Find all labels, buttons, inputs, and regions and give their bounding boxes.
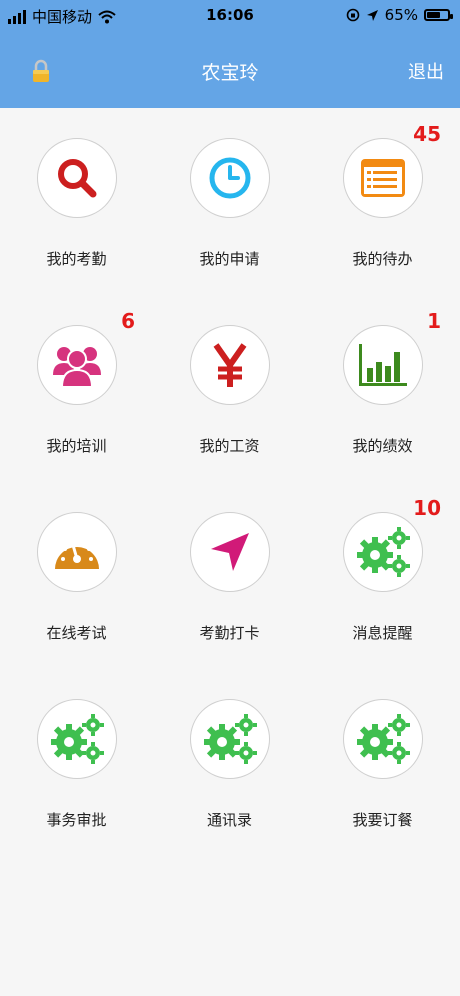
menu-item-training[interactable]: 6 我的培训 — [0, 295, 153, 482]
gears-icon — [357, 527, 410, 577]
people-icon — [53, 347, 101, 388]
top-header: 中国移动 16:06 65% 农宝玲 退出 — [0, 0, 460, 108]
menu-item-icon-circle — [37, 325, 117, 405]
menu-item-icon-circle — [37, 138, 117, 218]
training-badge: 6 — [121, 309, 135, 333]
battery-icon — [424, 9, 453, 21]
menu-item-salary[interactable]: 我的工资 — [153, 295, 306, 482]
bar-chart-icon — [359, 344, 407, 386]
menu-item-icon-circle — [37, 699, 117, 779]
menu-item-attendance[interactable]: 我的考勤 — [0, 108, 153, 295]
menu-item-icon-circle — [343, 325, 423, 405]
menu-item-label: 我的考勤 — [46, 250, 107, 268]
menu-item-icon-circle — [190, 138, 270, 218]
todo-badge: 45 — [413, 122, 441, 146]
menu-item-icon-circle — [343, 512, 423, 592]
yen-icon — [213, 343, 247, 387]
menu-item-label: 我要订餐 — [352, 811, 413, 829]
list-icon — [361, 159, 405, 197]
gauge-icon — [55, 540, 99, 569]
orientation-lock-icon — [346, 8, 359, 22]
menu-item-label: 我的工资 — [199, 437, 260, 455]
menu-item-online-exam[interactable]: 在线考试 — [0, 482, 153, 669]
menu-item-label: 我的绩效 — [352, 437, 413, 455]
menu-item-label: 在线考试 — [46, 624, 107, 642]
menu-item-label: 我的待办 — [352, 250, 413, 268]
menu-item-approvals[interactable]: 事务审批 — [0, 669, 153, 856]
gears-icon — [357, 714, 410, 764]
location-icon — [366, 9, 378, 21]
clock-icon — [209, 157, 251, 199]
menu-item-icon-circle — [190, 325, 270, 405]
menu-item-application[interactable]: 我的申请 — [153, 108, 306, 295]
menu-item-contacts[interactable]: 通讯录 — [153, 669, 306, 856]
menu-item-order-meal[interactable]: 我要订餐 — [306, 669, 459, 856]
gears-icon — [51, 714, 104, 764]
menu-item-label: 我的申请 — [199, 250, 260, 268]
battery-percent: 65% — [384, 6, 418, 24]
status-bar: 中国移动 16:06 65% — [0, 0, 460, 30]
menu-item-icon-circle — [37, 512, 117, 592]
status-right: 65% — [346, 6, 453, 24]
notifications-badge: 10 — [413, 496, 441, 520]
battery-fill — [427, 12, 440, 18]
menu-item-icon-circle — [343, 138, 423, 218]
menu-item-icon-circle — [343, 699, 423, 779]
menu-item-label: 事务审批 — [46, 811, 107, 829]
menu-item-clock-in[interactable]: 考勤打卡 — [153, 482, 306, 669]
performance-badge: 1 — [427, 309, 441, 333]
page-title: 农宝玲 — [201, 62, 259, 84]
menu-item-label: 考勤打卡 — [199, 624, 260, 642]
search-icon — [58, 159, 97, 198]
logout-button[interactable]: 退出 — [408, 58, 444, 84]
menu-item-performance[interactable]: 1 我的绩效 — [306, 295, 459, 482]
location-arrow-icon — [211, 533, 249, 571]
menu-item-icon-circle — [190, 512, 270, 592]
menu-item-icon-circle — [190, 699, 270, 779]
menu-item-label: 我的培训 — [46, 437, 107, 455]
menu-item-label: 消息提醒 — [352, 624, 413, 642]
menu-item-notifications[interactable]: 10 消息提醒 — [306, 482, 459, 669]
menu-item-todo[interactable]: 45 我的待办 — [306, 108, 459, 295]
menu-item-label: 通讯录 — [206, 811, 252, 829]
gears-icon — [204, 714, 257, 764]
